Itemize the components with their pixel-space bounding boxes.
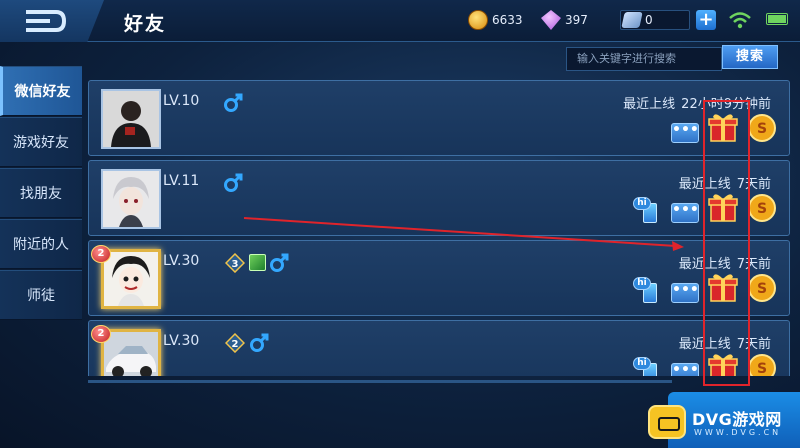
back-button[interactable] <box>0 0 104 42</box>
male-icon <box>270 253 289 272</box>
friend-level: LV.10 <box>163 93 200 109</box>
gold-value: 6633 <box>492 13 523 27</box>
gamepad-logo-icon <box>648 405 686 439</box>
gem-value: 397 <box>565 13 588 27</box>
tab-mentorship[interactable]: 师徒 <box>0 270 82 320</box>
diamond-icon <box>541 10 561 30</box>
friend-list[interactable]: LV.10 最近上线 22小时9分钟前 ••• S LV.11 最近上线 7天前… <box>88 76 790 376</box>
list-scroll-track <box>88 380 672 383</box>
rank-emblem-icon: 3 <box>225 253 245 273</box>
avatar[interactable] <box>101 89 161 149</box>
search-input[interactable]: 输入关键字进行搜索 <box>566 47 722 71</box>
male-icon <box>224 93 243 112</box>
tab-game-friends[interactable]: 游戏好友 <box>0 117 82 167</box>
message-button[interactable]: ••• <box>671 363 699 376</box>
sidebar: 微信好友 游戏好友 找朋友 附近的人 师徒 <box>0 66 82 321</box>
hi-greeting-button[interactable]: hi <box>633 197 661 223</box>
back-arrow-icon <box>26 10 67 32</box>
hi-bubble: hi <box>633 277 651 290</box>
message-button[interactable]: ••• <box>671 283 699 303</box>
friend-card[interactable]: LV.11 最近上线 7天前 hi ••• S <box>88 160 790 236</box>
top-bar: 好友 6633 397 0 + <box>0 0 800 42</box>
recharge-plus-button[interactable]: + <box>696 10 716 30</box>
gold-coin-send-icon[interactable]: S <box>747 193 777 223</box>
friend-card[interactable]: 2 LV.30 2 最近上线 7天前 hi ••• S <box>88 320 790 376</box>
svg-text:3: 3 <box>232 259 239 270</box>
avatar-rank-badge: 2 <box>91 245 111 263</box>
male-icon <box>224 173 243 192</box>
message-button[interactable]: ••• <box>671 123 699 143</box>
message-button[interactable]: ••• <box>671 203 699 223</box>
hi-greeting-button[interactable]: hi <box>633 277 661 303</box>
svg-text:S: S <box>757 281 767 297</box>
tab-wechat-friends[interactable]: 微信好友 <box>0 66 82 116</box>
tab-nearby[interactable]: 附近的人 <box>0 219 82 269</box>
svg-text:S: S <box>757 121 767 137</box>
friend-level: LV.11 <box>163 173 200 189</box>
search-button[interactable]: 搜索 <box>722 45 778 69</box>
friend-card[interactable]: LV.10 最近上线 22小时9分钟前 ••• S <box>88 80 790 156</box>
watermark-text: DVG游戏网 <box>692 410 782 429</box>
hi-greeting-button[interactable]: hi <box>633 357 661 376</box>
svg-text:S: S <box>757 201 767 217</box>
voucher-icon <box>621 12 643 28</box>
avatar[interactable] <box>101 169 161 229</box>
game-privilege-icon <box>249 254 266 271</box>
avatar[interactable] <box>101 249 161 309</box>
rank-emblem-icon: 2 <box>225 333 245 353</box>
friend-card[interactable]: 2 LV.30 3 最近上线 7天前 hi ••• S <box>88 240 790 316</box>
svg-text:S: S <box>757 361 767 376</box>
hi-bubble: hi <box>633 357 651 370</box>
annotation-highlight-box <box>703 100 750 386</box>
gold-coin-send-icon[interactable]: S <box>747 273 777 303</box>
watermark-url: WWW.DVG.CN <box>694 428 782 437</box>
tab-find-friends[interactable]: 找朋友 <box>0 168 82 218</box>
gem-counter: 397 <box>541 10 588 30</box>
gold-coin-icon <box>468 10 488 30</box>
svg-text:2: 2 <box>232 339 239 350</box>
wifi-icon <box>729 12 751 29</box>
voucher-counter: 0 <box>620 10 690 30</box>
battery-icon <box>766 13 788 25</box>
friend-level: LV.30 <box>163 333 200 349</box>
friend-level: LV.30 <box>163 253 200 269</box>
gold-counter: 6633 <box>468 10 523 30</box>
voucher-value: 0 <box>645 13 653 27</box>
hi-bubble: hi <box>633 197 651 210</box>
gold-coin-send-icon[interactable]: S <box>747 113 777 143</box>
gold-coin-send-icon[interactable]: S <box>747 353 777 376</box>
avatar-rank-badge: 2 <box>91 325 111 343</box>
page-title: 好友 <box>124 13 167 35</box>
male-icon <box>250 333 269 352</box>
